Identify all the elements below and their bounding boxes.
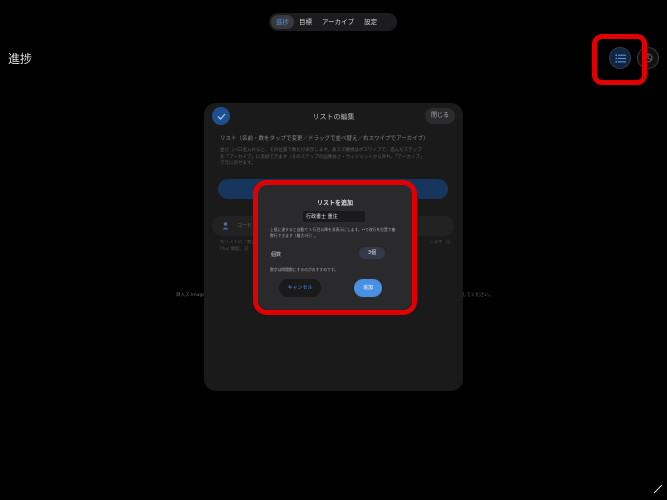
tab-settings[interactable]: 設定	[359, 15, 382, 29]
page-title: 進捗	[8, 52, 33, 66]
list-item-label: コード	[237, 223, 253, 229]
close-button[interactable]: 閉じる	[424, 108, 455, 124]
tab-goals[interactable]: 目標	[294, 15, 317, 29]
sheet-subtitle: リスト（名前・数をタップで変更／ドラッグで並べ替え／右スワイプでアーカイブ）	[220, 136, 429, 142]
background-text-right: してください。	[462, 293, 494, 298]
tab-progress[interactable]: 進捗	[271, 15, 294, 29]
tab-archive[interactable]: アーカイブ	[317, 15, 359, 29]
background-text-left: 目入ス Image	[176, 293, 206, 298]
person-icon	[222, 222, 229, 230]
highlight-top-buttons	[592, 34, 647, 85]
sheet-description: 並び（ハロ名入れると、その位置で数だけ表示します。表スズ機視はボスワイプで、進ん…	[220, 148, 425, 166]
highlight-dialog	[253, 180, 417, 315]
resize-corner-icon	[653, 484, 663, 494]
segmented-tab-bar: 進捗 目標 アーカイブ 設定	[269, 13, 397, 31]
